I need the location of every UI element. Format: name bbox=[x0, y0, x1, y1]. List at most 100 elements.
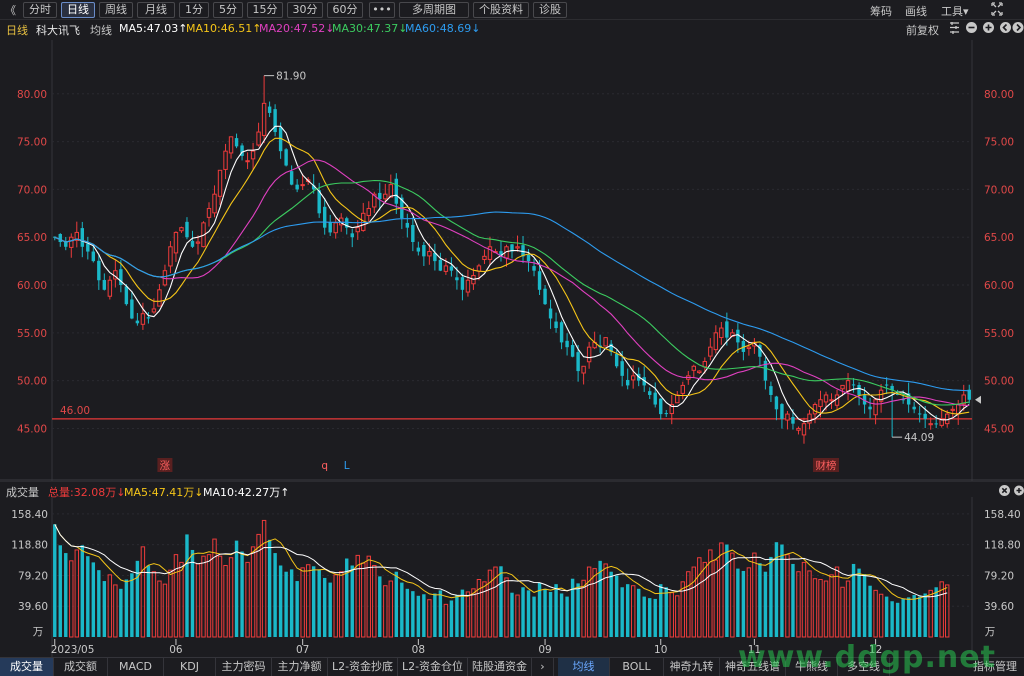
tab-60min[interactable]: 60分 bbox=[327, 2, 363, 18]
price-y-tick-left: 50.00 bbox=[17, 376, 47, 388]
tab-15min[interactable]: 15分 bbox=[247, 2, 283, 18]
low-annotation: 44.09 bbox=[904, 432, 934, 444]
volume-bar-up bbox=[586, 566, 592, 638]
x-axis-label: 06 bbox=[169, 644, 183, 656]
expand-icon[interactable] bbox=[990, 1, 1004, 20]
zoom-out-icon[interactable] bbox=[965, 21, 978, 37]
volume-bar-down bbox=[576, 583, 580, 637]
more-button[interactable]: ••• bbox=[369, 2, 395, 18]
volume-bar-down bbox=[438, 590, 443, 637]
volume-bar-down bbox=[58, 545, 62, 637]
volume-bar-up bbox=[372, 565, 377, 638]
candle-body-down bbox=[289, 171, 294, 185]
volume-bar-down bbox=[532, 596, 536, 637]
tab-weekly[interactable]: 周线 bbox=[99, 2, 133, 18]
tab-multi-period[interactable]: 多周期图 bbox=[399, 2, 469, 18]
tab-30min[interactable]: 30分 bbox=[287, 2, 323, 18]
volume-bar-up bbox=[201, 555, 206, 638]
volume-bar-down bbox=[411, 591, 415, 637]
candle-body-up bbox=[482, 255, 487, 260]
candle-body-up bbox=[515, 246, 520, 249]
draw-line-button[interactable]: 画线 bbox=[905, 3, 927, 19]
tab-main-net[interactable]: 主力净额 bbox=[272, 658, 328, 676]
volume-y-tick-left: 39.60 bbox=[18, 601, 48, 613]
candlestick-chart[interactable]: 80.00 80.00 75.00 75.00 70.00 70.00 65.00 65.00… bbox=[0, 38, 1024, 481]
scroll-right-icon[interactable] bbox=[1012, 21, 1024, 37]
restore-button[interactable]: 前复权 bbox=[906, 22, 939, 38]
tab-boll[interactable]: BOLL bbox=[610, 658, 664, 676]
candle-body-up bbox=[173, 231, 179, 254]
candle-body-up bbox=[785, 413, 790, 421]
ma30-line bbox=[54, 179, 970, 406]
candle-body-up bbox=[245, 160, 250, 163]
event-marker-label: q bbox=[321, 460, 328, 472]
candle-body-down bbox=[416, 247, 421, 252]
tab-l2-bottom[interactable]: L2-资金抄底 bbox=[328, 658, 398, 676]
tools-menu[interactable]: 工具▾ bbox=[941, 3, 969, 19]
candle-body-down bbox=[350, 233, 354, 238]
volume-bar-up bbox=[878, 593, 884, 638]
tab-fenshi[interactable]: 分时 bbox=[23, 2, 57, 18]
tab-daily[interactable]: 日线 bbox=[61, 2, 95, 18]
tab-monthly[interactable]: 月线 bbox=[137, 2, 175, 18]
volume-bar-down bbox=[510, 592, 514, 637]
candle-body-up bbox=[697, 370, 702, 374]
volume-bar-up bbox=[471, 588, 476, 638]
indicator-settings-button[interactable]: 指标管理 bbox=[966, 658, 1024, 676]
tab-northbound[interactable]: 陆股通资金 bbox=[468, 658, 532, 676]
tab-ma[interactable]: 均线 bbox=[558, 658, 610, 676]
volume-bar-down bbox=[267, 539, 272, 637]
volume-bar-down bbox=[725, 544, 729, 637]
tab-bull-bear[interactable]: 牛熊线 bbox=[786, 658, 838, 676]
volume-bar-down bbox=[394, 571, 399, 637]
volume-bar-up bbox=[845, 580, 851, 638]
tab-5min[interactable]: 5分 bbox=[213, 2, 243, 18]
volume-bar-down bbox=[780, 544, 784, 637]
candle-body-down bbox=[378, 192, 382, 199]
chip-button[interactable]: 筹码 bbox=[870, 3, 892, 19]
scroll-left-icon[interactable] bbox=[999, 21, 1012, 37]
tab-kdj[interactable]: KDJ bbox=[164, 658, 216, 676]
volume-bar-up bbox=[702, 561, 708, 638]
tabs-scroll-arrow[interactable]: › bbox=[532, 658, 554, 676]
volume-bar-up bbox=[339, 571, 344, 638]
volume-bar-down bbox=[868, 585, 872, 637]
volume-chart[interactable]: 158.40 158.40 118.80 118.80 79.20 79.20 39.60 3… bbox=[0, 481, 1024, 657]
candle-body-up bbox=[443, 265, 449, 272]
volume-bar-down bbox=[659, 584, 663, 637]
volume-bar-up bbox=[361, 562, 366, 638]
tab-l2-position[interactable]: L2-资金仓位 bbox=[398, 658, 468, 676]
zoom-in-icon[interactable] bbox=[982, 21, 995, 37]
volume-bar-up bbox=[873, 589, 878, 638]
tab-magic-nine[interactable]: 神奇九转 bbox=[664, 658, 720, 676]
stock-name: 科大讯飞 bbox=[36, 24, 80, 37]
candle-body-up bbox=[333, 222, 338, 234]
candle-body-up bbox=[713, 332, 719, 351]
volume-bar-up bbox=[796, 571, 801, 638]
candle-body-up bbox=[586, 346, 592, 363]
volume-bar-down bbox=[620, 587, 624, 637]
tab-main-code[interactable]: 主力密码 bbox=[216, 658, 272, 676]
tab-macd[interactable]: MACD bbox=[108, 658, 164, 676]
volume-bar-up bbox=[162, 583, 168, 638]
ma-label[interactable]: 均线 bbox=[90, 22, 112, 38]
candle-body-up bbox=[206, 208, 212, 218]
ma10-line bbox=[54, 137, 970, 415]
candle-body-down bbox=[295, 184, 299, 190]
candle-body-up bbox=[950, 408, 955, 411]
volume-bar-up bbox=[801, 561, 807, 638]
tab-1min[interactable]: 1分 bbox=[179, 2, 209, 18]
settings-icon[interactable] bbox=[948, 21, 961, 37]
tab-magic-five[interactable]: 神奇五线谱 bbox=[720, 658, 786, 676]
candle-body-up bbox=[476, 265, 482, 272]
candle-body-up bbox=[812, 404, 818, 415]
volume-bar-down bbox=[934, 587, 938, 637]
tab-company-info[interactable]: 个股资料 bbox=[473, 2, 529, 18]
back-button[interactable]: 《 bbox=[5, 2, 16, 18]
tab-volume[interactable]: 成交量 bbox=[0, 658, 54, 676]
volume-bar-down bbox=[449, 600, 454, 637]
tab-turnover[interactable]: 成交额 bbox=[54, 658, 108, 676]
candle-body-up bbox=[217, 169, 223, 197]
tab-long-short[interactable]: 多空线 bbox=[838, 658, 890, 676]
tab-diagnose[interactable]: 诊股 bbox=[533, 2, 567, 18]
